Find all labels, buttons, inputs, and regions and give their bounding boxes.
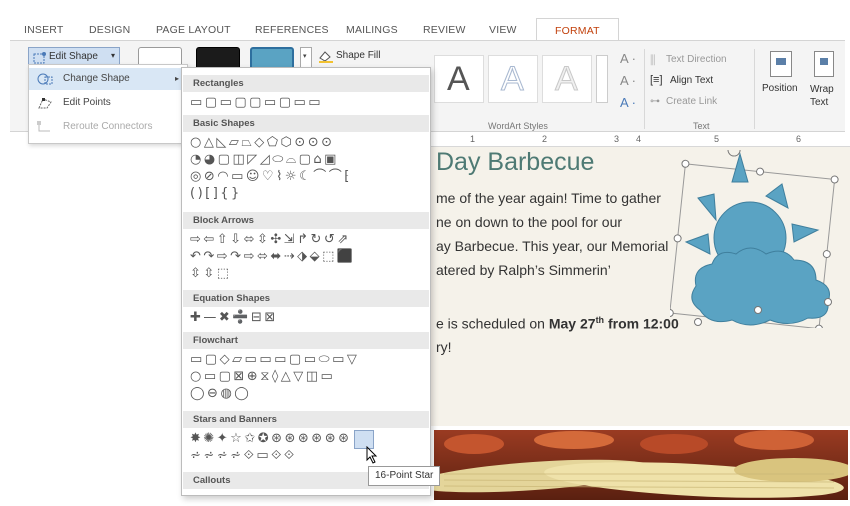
text-direction-icon: ⫼	[650, 53, 656, 67]
shape-row[interactable]: ↶↷⇨↷⇨⬄⬌⇢⬗⬙⬚⬛	[190, 249, 356, 265]
tab-mailings[interactable]: MAILINGS	[346, 24, 398, 36]
align-text-icon: [≡]	[650, 74, 663, 86]
tab-references[interactable]: REFERENCES	[255, 24, 329, 36]
shape-row[interactable]: ⩫⩫⩫⩫⟐▭⟐⟐	[190, 448, 297, 464]
shape-row[interactable]: ◯⊖◍◯	[190, 386, 251, 402]
group-separator	[754, 49, 755, 129]
body-line-date: e is scheduled on May 27th from 12:00	[436, 315, 679, 332]
time-text: from 12:00	[604, 315, 679, 332]
ribbon-tab-bar: INSERT DESIGN PAGE LAYOUT REFERENCES MAI…	[0, 0, 850, 40]
resize-handle[interactable]	[694, 318, 702, 326]
text-effects-icon[interactable]: A ·	[620, 95, 636, 110]
category-basic-shapes: Basic Shapes	[183, 115, 429, 132]
ruler-number: 2	[542, 134, 548, 144]
tab-insert[interactable]: INSERT	[24, 24, 64, 36]
ruler-number: 3	[614, 134, 620, 144]
create-link-icon: ⊶	[650, 96, 660, 107]
category-stars-and-banners: Stars and Banners	[183, 411, 429, 428]
wordart-group-label: WordArt Styles	[488, 121, 548, 131]
chevron-right-icon: ▸	[174, 74, 179, 83]
ruler-number: 5	[714, 134, 720, 144]
shape-row[interactable]: ○△◺▱⏢◇⬠⬡⊙⊙⊙	[190, 135, 335, 151]
category-block-arrows: Block Arrows	[183, 212, 429, 229]
mouse-cursor-icon	[366, 446, 378, 464]
shape-fill-icon	[319, 51, 333, 63]
shape-row[interactable]: ○▭▢⊠⊕⧖◊△▽◫▭	[190, 369, 335, 385]
reroute-connectors-item[interactable]: Reroute Connectors	[29, 116, 187, 138]
position-button[interactable]: Position	[762, 83, 798, 94]
resize-handle[interactable]	[754, 306, 762, 314]
wrap-text-icon	[814, 51, 834, 77]
corn-photo	[434, 430, 848, 500]
tab-format[interactable]: FORMAT	[536, 18, 619, 40]
edit-shape-menu: Change Shape ▸ Edit Points Reroute Conne…	[28, 64, 188, 144]
wrap-text-button[interactable]: Wrap Text	[810, 83, 842, 109]
change-shape-icon	[37, 73, 53, 85]
reroute-connectors-icon	[37, 121, 50, 132]
position-icon	[770, 51, 792, 77]
category-flowchart: Flowchart	[183, 332, 429, 349]
edit-points-icon	[38, 98, 52, 109]
change-shape-item[interactable]: Change Shape ▸	[29, 68, 187, 90]
tab-view[interactable]: VIEW	[489, 24, 517, 36]
shape-row[interactable]: ⇳⇳⬚	[190, 266, 232, 282]
resize-handle[interactable]	[824, 298, 832, 306]
text-fill-icon[interactable]: A ·	[620, 51, 636, 66]
body-line: ay Barbecue. This year, our Memorial	[436, 238, 669, 254]
date-text: May 27	[548, 315, 596, 332]
edit-points-label: Edit Points	[63, 97, 111, 108]
shape-row[interactable]: ◎⊘◠▭☺♡⌇☼☾⌒⌒⁅	[190, 169, 352, 185]
align-text-label[interactable]: Align Text	[670, 75, 713, 86]
shape-tooltip: 16-Point Star	[368, 466, 441, 486]
wordart-style-1[interactable]: A	[434, 55, 484, 103]
shape-row[interactable]: ⇨⇦⇧⇩⬄⇳✣⇲↱↻↺⇗	[190, 232, 351, 248]
body-line: me of the year again! Time to gather	[436, 190, 661, 206]
rotate-handle[interactable]	[727, 150, 741, 157]
shape-row[interactable]: ▭▢▭▢▢▭▢▭▭	[190, 95, 323, 111]
horizontal-ruler: 1 2 3 4 5 6	[430, 133, 850, 147]
wordart-style-3[interactable]: A	[542, 55, 592, 103]
date-suffix: th	[595, 315, 605, 325]
edit-points-item[interactable]: Edit Points	[29, 92, 187, 114]
body-line-text: e is scheduled on	[436, 315, 549, 332]
shape-row[interactable]: ✚—✖➗⊟⊠	[190, 310, 278, 326]
change-shape-label: Change Shape	[63, 73, 130, 84]
sun-cloud-shape[interactable]	[670, 150, 850, 328]
reroute-connectors-label: Reroute Connectors	[63, 121, 153, 132]
edit-shape-icon	[33, 52, 46, 64]
body-line: atered by Ralph’s Simmerin’	[436, 262, 611, 278]
document-title: Day Barbecue	[436, 148, 595, 176]
wordart-style-2[interactable]: A	[488, 55, 538, 103]
shape-row[interactable]: ()[]{}	[190, 186, 242, 202]
tab-review[interactable]: REVIEW	[423, 24, 466, 36]
shape-gallery: Rectangles ▭▢▭▢▢▭▢▭▭ Basic Shapes ○△◺▱⏢◇…	[181, 67, 431, 496]
shape-row[interactable]: ▭▢◇▱▭▭▭▢▭⬭▭▽	[190, 352, 359, 368]
text-outline-icon[interactable]: A ·	[620, 73, 636, 88]
ruler-number: 6	[796, 134, 802, 144]
tab-page-layout[interactable]: PAGE LAYOUT	[156, 24, 231, 36]
shape-row[interactable]: ◔◕▢◫◸◿⬭⌓▢⌂▣	[190, 152, 339, 168]
category-rectangles: Rectangles	[183, 75, 429, 92]
group-separator	[644, 49, 645, 129]
wordart-scroll[interactable]	[596, 55, 608, 103]
chevron-down-icon: ▾	[111, 51, 116, 60]
category-equation-shapes: Equation Shapes	[183, 290, 429, 307]
create-link-label[interactable]: Create Link	[666, 96, 717, 107]
body-line: ry!	[436, 339, 452, 355]
edit-shape-label: Edit Shape	[49, 51, 98, 62]
ruler-number: 1	[470, 134, 476, 144]
body-line: ne on down to the pool for our	[436, 214, 623, 230]
ruler-number: 4	[636, 134, 642, 144]
shape-row[interactable]: ✸✺✦☆✩✪⊛⊛⊛⊛⊛⊛	[190, 431, 351, 447]
shape-fill-label[interactable]: Shape Fill	[336, 50, 380, 61]
text-group-label: Text	[693, 121, 710, 131]
tab-design[interactable]: DESIGN	[89, 24, 130, 36]
text-direction-label[interactable]: Text Direction	[666, 54, 727, 65]
chevron-down-icon: ▾	[303, 53, 307, 60]
